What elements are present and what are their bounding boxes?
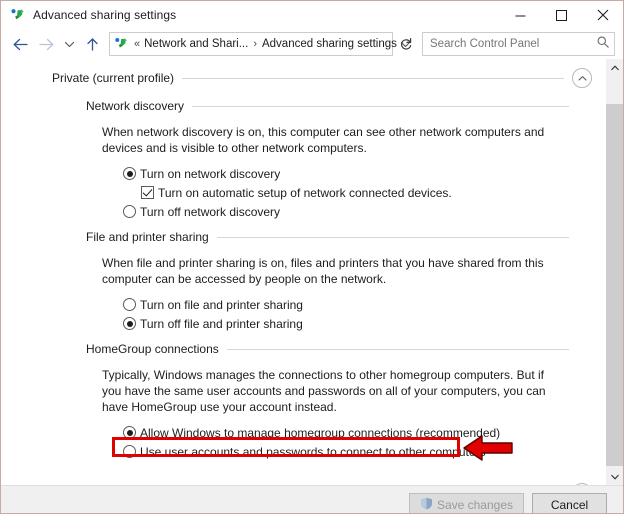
breadcrumb-current[interactable]: Advanced sharing settings	[262, 38, 397, 50]
minimize-icon	[515, 15, 526, 16]
subsection-divider	[216, 236, 569, 238]
forward-arrow-icon	[38, 38, 53, 50]
maximize-icon	[556, 9, 567, 21]
uac-shield-icon	[420, 497, 433, 513]
radio-icon[interactable]	[123, 205, 136, 218]
cancel-button[interactable]: Cancel	[532, 493, 607, 513]
window-title: Advanced sharing settings	[33, 8, 177, 22]
window-controls	[500, 1, 623, 29]
section-private-collapse-button[interactable]	[572, 68, 592, 88]
radio-turn-off-file-printer-sharing[interactable]: Turn off file and printer sharing	[123, 317, 605, 331]
subsection-network-discovery-title: Network discovery	[86, 99, 185, 113]
refresh-button[interactable]	[395, 32, 417, 56]
address-network-icon	[114, 36, 130, 52]
radio-label: Turn off network discovery	[140, 205, 281, 219]
settings-list: Private (current profile) Network discov…	[1, 59, 605, 485]
radio-label: Allow Windows to manage homegroup connec…	[140, 426, 501, 440]
subsection-file-printer-sharing-header: File and printer sharing	[86, 219, 605, 244]
scrollbar-thumb[interactable]	[606, 104, 623, 466]
radio-turn-on-network-discovery[interactable]: Turn on network discovery	[123, 167, 605, 181]
scrollbar-track[interactable]	[606, 76, 623, 468]
up-button[interactable]	[79, 32, 105, 56]
cancel-label: Cancel	[550, 497, 589, 512]
network-sharing-icon	[10, 7, 26, 23]
subsection-network-discovery-header: Network discovery	[86, 88, 605, 113]
back-arrow-icon	[13, 38, 28, 50]
search-input[interactable]: Search Control Panel	[430, 38, 596, 50]
refresh-icon	[400, 38, 412, 50]
forward-button[interactable]	[33, 32, 59, 56]
scroll-up-icon	[610, 65, 619, 70]
checkbox-label: Turn on automatic setup of network conne…	[158, 186, 452, 200]
scroll-down-icon	[610, 474, 619, 479]
subsection-homegroup-connections-title: HomeGroup connections	[86, 342, 219, 356]
maximize-button[interactable]	[541, 1, 582, 29]
section-private-title: Private (current profile)	[52, 71, 175, 85]
subsection-divider	[226, 348, 569, 350]
scroll-up-button[interactable]	[606, 59, 623, 76]
section-private-header[interactable]: Private (current profile)	[52, 59, 605, 88]
radio-icon[interactable]	[123, 317, 136, 330]
radio-label: Turn off file and printer sharing	[140, 317, 303, 331]
radio-allow-windows-manage-homegroup[interactable]: Allow Windows to manage homegroup connec…	[123, 426, 605, 440]
up-arrow-icon	[86, 37, 98, 51]
checkbox-automatic-setup[interactable]: Turn on automatic setup of network conne…	[141, 186, 605, 200]
subsection-file-printer-sharing-title: File and printer sharing	[86, 230, 209, 244]
radio-icon[interactable]	[123, 167, 136, 180]
left-arrow-annotation	[462, 432, 514, 464]
scroll-down-button[interactable]	[606, 468, 623, 485]
breadcrumb-lead: «	[134, 38, 141, 50]
radio-icon[interactable]	[123, 445, 136, 458]
radio-turn-on-file-printer-sharing[interactable]: Turn on file and printer sharing	[123, 298, 605, 312]
radio-icon[interactable]	[123, 298, 136, 311]
chevron-down-icon	[64, 41, 74, 47]
search-icon[interactable]	[596, 35, 610, 54]
vertical-scrollbar[interactable]	[605, 59, 623, 485]
radio-label: Turn on network discovery	[140, 167, 281, 181]
content-area: Private (current profile) Network discov…	[1, 59, 623, 485]
radio-label: Turn on file and printer sharing	[140, 298, 303, 312]
address-bar[interactable]: « Network and Shari... › Advanced sharin…	[109, 32, 411, 56]
recent-locations-button[interactable]	[59, 32, 79, 56]
navigation-bar: « Network and Shari... › Advanced sharin…	[1, 29, 623, 59]
close-icon	[597, 9, 608, 21]
section-guest-or-public-header[interactable]: Guest or Public	[52, 459, 605, 485]
back-button[interactable]	[7, 32, 33, 56]
section-divider	[182, 77, 564, 79]
breadcrumb-parent[interactable]: Network and Shari...	[144, 38, 248, 50]
radio-label: Use user accounts and passwords to conne…	[140, 445, 486, 459]
save-changes-label: Save changes	[436, 497, 513, 512]
close-button[interactable]	[582, 1, 623, 29]
checkbox-icon[interactable]	[141, 186, 154, 199]
homegroup-connections-description: Typically, Windows manages the connectio…	[102, 368, 546, 414]
radio-icon[interactable]	[123, 426, 136, 439]
dialog-footer: Save changes Cancel wsxdn.com	[1, 485, 623, 513]
advanced-sharing-settings-window: Advanced sharing settings « Network and …	[0, 0, 624, 514]
radio-turn-off-network-discovery[interactable]: Turn off network discovery	[123, 205, 605, 219]
network-discovery-description: When network discovery is on, this compu…	[102, 125, 545, 155]
chevron-up-icon	[577, 75, 587, 81]
subsection-divider	[192, 105, 569, 107]
radio-use-user-accounts-passwords[interactable]: Use user accounts and passwords to conne…	[123, 445, 605, 459]
file-printer-sharing-description: When file and printer sharing is on, fil…	[102, 256, 544, 286]
breadcrumb-separator: ›	[253, 38, 257, 50]
search-box[interactable]: Search Control Panel	[422, 32, 615, 56]
subsection-homegroup-connections-header: HomeGroup connections	[86, 331, 605, 356]
title-bar: Advanced sharing settings	[1, 1, 623, 29]
minimize-button[interactable]	[500, 1, 541, 29]
save-changes-button[interactable]: Save changes	[408, 493, 524, 513]
